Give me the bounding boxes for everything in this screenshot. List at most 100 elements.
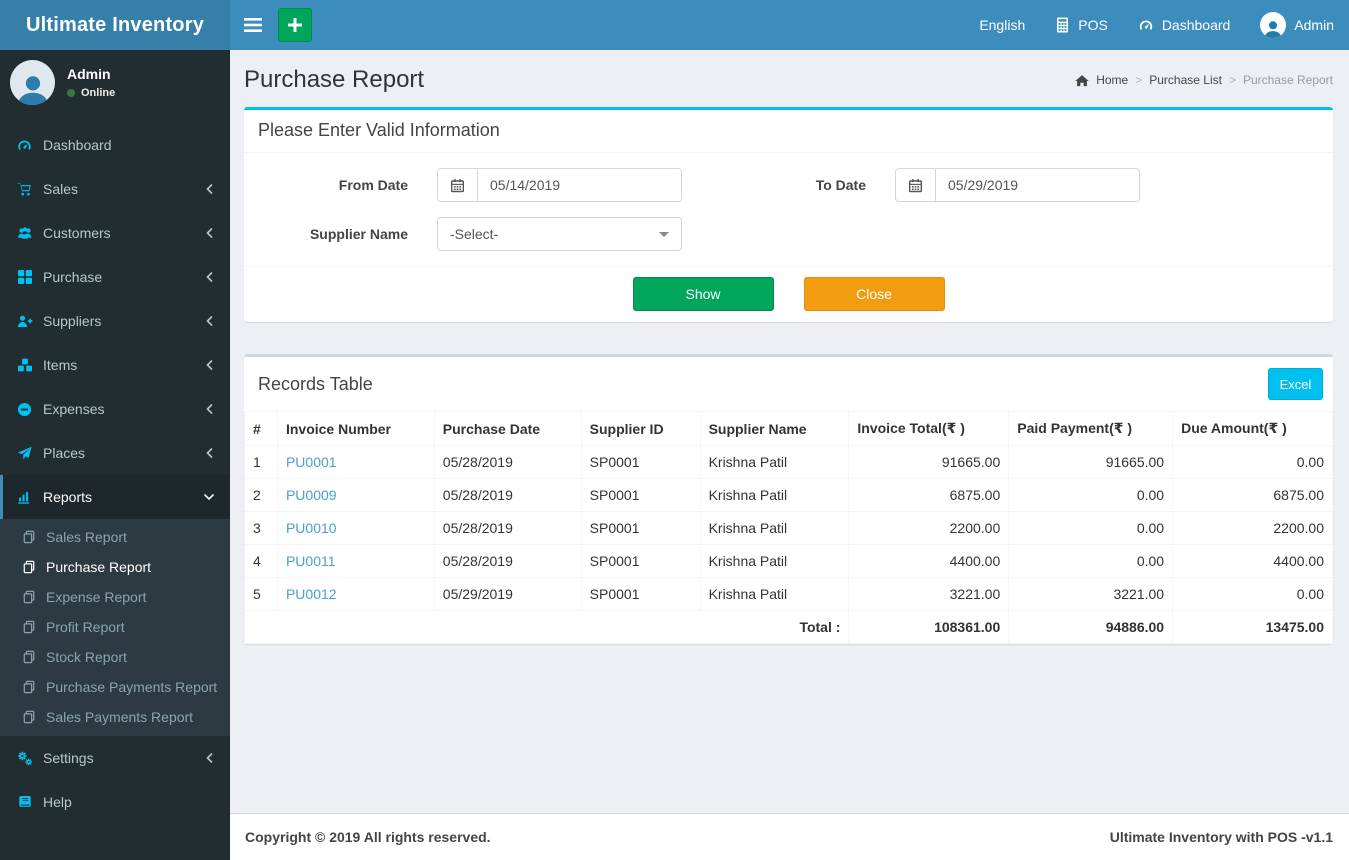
language-menu[interactable]: English — [964, 12, 1040, 38]
filter-actions: Show Close — [244, 266, 1333, 321]
col-header-supplier-id: Supplier ID — [580, 411, 701, 446]
hamburger-icon — [243, 18, 262, 32]
navbar-right: English POS Dashboard Admin — [964, 12, 1349, 38]
gears-icon — [15, 750, 34, 766]
submenu-item-sales-report[interactable]: Sales Report — [0, 522, 230, 552]
supplier-name-label: Supplier Name — [309, 226, 408, 242]
records-panel: Records Table Excel # Invoice Number Pur… — [243, 354, 1333, 644]
sidebar-item-items[interactable]: Items — [0, 343, 230, 387]
chevron-left-icon — [205, 752, 215, 764]
sidebar-item-dashboard[interactable]: Dashboard — [0, 123, 230, 167]
total-invoice-amount: 108361.00 — [848, 610, 1010, 644]
sidebar-item-customers[interactable]: Customers — [0, 211, 230, 255]
submenu-item-purchase-payments-report[interactable]: Purchase Payments Report — [0, 672, 230, 702]
filter-panel: Please Enter Valid Information From Date… — [244, 107, 1333, 322]
online-dot-icon — [67, 89, 75, 97]
sidebar-item-purchase[interactable]: Purchase — [0, 255, 230, 299]
content-area: Purchase Report Home > Purchase List > P… — [230, 50, 1349, 860]
close-button[interactable]: Close — [803, 277, 945, 311]
book-icon — [15, 794, 34, 810]
invoice-link[interactable]: PU0012 — [286, 586, 337, 602]
to-date-group — [895, 168, 1140, 202]
from-date-label: From Date — [338, 177, 408, 193]
breadcrumb: Home > Purchase List > Purchase Report — [1075, 73, 1333, 87]
submenu-item-expense-report[interactable]: Expense Report — [0, 582, 230, 612]
app-window: Ultimate Inventory English POS Dashboard… — [0, 0, 1349, 860]
table-row: 4 PU0011 05/28/2019 SP0001 Krishna Patil… — [244, 544, 1333, 578]
table-row: 1 PU0001 05/28/2019 SP0001 Krishna Patil… — [244, 445, 1333, 479]
col-header-invoice-number: Invoice Number — [276, 411, 435, 446]
sidebar-menu: Dashboard Sales Customers Purchase Suppl… — [0, 123, 230, 824]
sidebar-item-reports[interactable]: Reports — [0, 475, 230, 519]
table-row: 2 PU0009 05/28/2019 SP0001 Krishna Patil… — [244, 478, 1333, 512]
filter-panel-heading: Please Enter Valid Information — [244, 110, 1333, 153]
col-header-invoice-total: Invoice Total(₹ ) — [848, 411, 1010, 446]
page-title: Purchase Report — [244, 66, 425, 93]
sidebar-user-panel: Admin Online — [0, 50, 230, 117]
chevron-left-icon — [205, 403, 215, 415]
breadcrumb-current: Purchase Report — [1242, 73, 1333, 87]
from-date-group — [437, 168, 682, 202]
copy-icon — [21, 709, 37, 725]
pos-link[interactable]: POS — [1040, 12, 1123, 38]
chevron-down-icon — [203, 492, 215, 502]
sidebar-item-help[interactable]: Help — [0, 780, 230, 824]
col-header-purchase-date: Purchase Date — [433, 411, 582, 446]
user-label: Admin — [1294, 17, 1334, 33]
dashboard-icon — [1138, 18, 1154, 33]
grid-icon — [15, 269, 34, 285]
col-header-due-amount: Due Amount(₹ ) — [1172, 411, 1333, 446]
excel-export-button[interactable]: Excel — [1268, 368, 1323, 400]
total-due-amount: 13475.00 — [1172, 610, 1333, 644]
minus-circle-icon — [15, 401, 34, 417]
sidebar-item-suppliers[interactable]: Suppliers — [0, 299, 230, 343]
reports-submenu: Sales Report Purchase Report Expense Rep… — [0, 519, 230, 736]
total-label: Total : — [243, 610, 850, 644]
chevron-left-icon — [205, 315, 215, 327]
invoice-link[interactable]: PU0009 — [286, 487, 337, 503]
sidebar-item-settings[interactable]: Settings — [0, 736, 230, 780]
submenu-item-purchase-report[interactable]: Purchase Report — [0, 552, 230, 582]
invoice-link[interactable]: PU0001 — [286, 454, 337, 470]
sidebar-user-name: Admin — [67, 66, 111, 82]
footer-version: Ultimate Inventory with POS -v1.1 — [1109, 829, 1333, 845]
paper-plane-icon — [15, 445, 34, 461]
sidebar-item-places[interactable]: Places — [0, 431, 230, 475]
sidebar-toggle-button[interactable] — [230, 0, 275, 50]
user-menu[interactable]: Admin — [1245, 12, 1349, 38]
records-table: # Invoice Number Purchase Date Supplier … — [243, 411, 1333, 644]
col-header-supplier-name: Supplier Name — [699, 411, 850, 446]
total-paid-amount: 94886.00 — [1008, 610, 1174, 644]
brand-logo[interactable]: Ultimate Inventory — [0, 0, 230, 50]
tachometer-icon — [15, 137, 34, 153]
quick-add-button[interactable] — [278, 8, 312, 42]
submenu-item-profit-report[interactable]: Profit Report — [0, 612, 230, 642]
table-row: 3 PU0010 05/28/2019 SP0001 Krishna Patil… — [244, 511, 1333, 545]
caret-down-icon — [659, 231, 669, 237]
sidebar-item-expenses[interactable]: Expenses — [0, 387, 230, 431]
calendar-icon[interactable] — [896, 169, 936, 201]
breadcrumb-purchase-list[interactable]: Purchase List — [1149, 73, 1222, 87]
breadcrumb-separator: > — [1135, 73, 1143, 87]
col-header-index: # — [244, 411, 278, 446]
submenu-item-stock-report[interactable]: Stock Report — [0, 642, 230, 672]
supplier-select[interactable]: -Select- — [437, 217, 682, 251]
cart-icon — [15, 181, 34, 197]
dashboard-link[interactable]: Dashboard — [1123, 12, 1246, 38]
invoice-link[interactable]: PU0010 — [286, 520, 337, 536]
submenu-item-sales-payments-report[interactable]: Sales Payments Report — [0, 702, 230, 732]
from-date-input[interactable] — [478, 169, 681, 201]
invoice-link[interactable]: PU0011 — [286, 553, 336, 569]
chevron-left-icon — [205, 183, 215, 195]
breadcrumb-home[interactable]: Home — [1096, 73, 1128, 87]
calendar-icon[interactable] — [438, 169, 478, 201]
to-date-label: To Date — [815, 177, 866, 193]
sidebar-user-status: Online — [67, 87, 115, 99]
language-label: English — [979, 17, 1026, 33]
pos-label: POS — [1078, 17, 1108, 33]
top-bar: Ultimate Inventory English POS Dashboard… — [0, 0, 1349, 50]
to-date-input[interactable] — [936, 169, 1139, 201]
col-header-paid-payment: Paid Payment(₹ ) — [1008, 411, 1174, 446]
sidebar-item-sales[interactable]: Sales — [0, 167, 230, 211]
show-button[interactable]: Show — [632, 277, 774, 311]
